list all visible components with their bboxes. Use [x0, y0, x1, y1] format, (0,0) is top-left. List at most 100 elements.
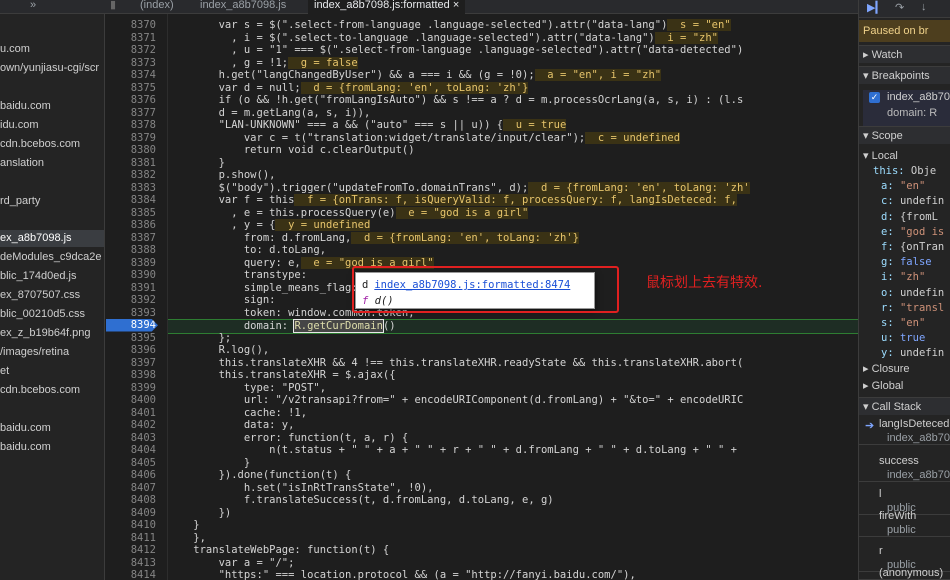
line-number[interactable]: 8391	[106, 282, 156, 295]
scope-global[interactable]: ▸ Global	[863, 379, 903, 392]
scope-variable[interactable]: s: "en"	[881, 317, 925, 329]
line-number[interactable]: 8372	[106, 44, 156, 57]
line-number[interactable]: 8386	[106, 219, 156, 232]
step-into-icon[interactable]: ↓	[921, 1, 927, 13]
line-number[interactable]: 8402	[106, 419, 156, 432]
scope-variable[interactable]: e: "god is	[881, 226, 944, 238]
breakpoint-entry[interactable]: ✓ index_a8b70 domain: R	[863, 90, 950, 126]
nav-item[interactable]: own/yunjiasu-cgi/scr	[0, 60, 104, 77]
scope-variable[interactable]: d: {fromL	[881, 211, 938, 223]
line-number[interactable]: 8374	[106, 69, 156, 82]
scope-variable[interactable]: f: {onTran	[881, 241, 944, 253]
nav-item[interactable]: ex_z_b19b64f.png	[0, 325, 104, 342]
resume-icon[interactable]: ▶▎	[867, 1, 884, 14]
section-call-stack[interactable]: ▾ Call Stack	[859, 397, 950, 415]
line-number[interactable]: 8392	[106, 294, 156, 307]
nav-item[interactable]: et	[0, 363, 104, 380]
scope-variable[interactable]: u: true	[881, 332, 925, 344]
nav-item[interactable]: deModules_c9dca2e	[0, 249, 104, 266]
line-number[interactable]: 8401	[106, 407, 156, 420]
line-number[interactable]: 8412	[106, 544, 156, 557]
scope-variable[interactable]: this: Obje	[873, 165, 936, 177]
line-number[interactable]: 8376	[106, 94, 156, 107]
line-number[interactable]: 8385	[106, 207, 156, 220]
line-number[interactable]: 8387	[106, 232, 156, 245]
line-number[interactable]: 8390	[106, 269, 156, 282]
line-number[interactable]: 8408	[106, 494, 156, 507]
line-number[interactable]: 8405	[106, 457, 156, 470]
hovered-expression[interactable]: R.getCurDomain	[293, 319, 384, 333]
line-number[interactable]: 8407	[106, 482, 156, 495]
line-number[interactable]: 8400	[106, 394, 156, 407]
scope-variable[interactable]: y: undefin	[881, 347, 944, 359]
line-number[interactable]: 8413	[106, 557, 156, 570]
chevron-right-icon[interactable]: »	[30, 0, 36, 14]
line-number[interactable]: 8399	[106, 382, 156, 395]
line-number[interactable]: 8393	[106, 307, 156, 320]
scope-variable[interactable]: o: undefin	[881, 287, 944, 299]
section-scope[interactable]: ▾ Scope	[859, 126, 950, 144]
line-number[interactable]: 8382	[106, 169, 156, 182]
nav-item[interactable]: idu.com	[0, 117, 104, 134]
line-number[interactable]: 8389	[106, 257, 156, 270]
call-stack-frame[interactable]: success index_a8b70	[859, 455, 950, 482]
scope-local[interactable]: ▾ Local	[863, 149, 898, 162]
line-number[interactable]: 8406	[106, 469, 156, 482]
nav-item[interactable]: u.com	[0, 41, 104, 58]
line-number[interactable]: 8375	[106, 82, 156, 95]
section-watch[interactable]: ▸ Watch	[859, 45, 950, 63]
line-number[interactable]: 8414	[106, 569, 156, 580]
line-number[interactable]: 8404	[106, 444, 156, 457]
scope-variable[interactable]: c: undefin	[881, 195, 944, 207]
line-number[interactable]: 8371	[106, 32, 156, 45]
scope-variable[interactable]: a: "en"	[881, 180, 925, 192]
section-breakpoints[interactable]: ▾ Breakpoints	[859, 66, 950, 84]
nav-item[interactable]: baidu.com	[0, 420, 104, 437]
line-number[interactable]: 8377	[106, 107, 156, 120]
nav-item-selected[interactable]: ex_a8b7098.js	[0, 230, 104, 247]
line-number[interactable]: 8410	[106, 519, 156, 532]
breakpoint-line-number[interactable]: 8394	[106, 319, 158, 332]
call-stack-frame[interactable]: fireWith public	[859, 510, 950, 537]
sidebar-toggle-icon[interactable]: ▮	[110, 0, 116, 14]
call-stack-frame[interactable]: ➔ langIsDeteced index_a8b70	[859, 418, 950, 445]
scope-variable[interactable]: g: false	[881, 256, 932, 268]
line-number[interactable]: 8409	[106, 507, 156, 520]
nav-item[interactable]: rd_party	[0, 193, 104, 210]
scope-variable[interactable]: i: "zh"	[881, 271, 925, 283]
tab-index[interactable]: (index)	[140, 0, 174, 14]
call-stack-frame[interactable]: (anonymous)	[859, 567, 950, 580]
line-number[interactable]: 8381	[106, 157, 156, 170]
line-number[interactable]: 8396	[106, 344, 156, 357]
line-number[interactable]: 8403	[106, 432, 156, 445]
nav-item[interactable]: baidu.com	[0, 98, 104, 115]
line-number[interactable]: 8373	[106, 57, 156, 70]
line-number[interactable]: 8378	[106, 119, 156, 132]
nav-item[interactable]: blic_174d0ed.js	[0, 268, 104, 285]
nav-item[interactable]: ex_8707507.css	[0, 287, 104, 304]
nav-item[interactable]: cdn.bcebos.com	[0, 136, 104, 153]
line-number[interactable]: 8398	[106, 369, 156, 382]
checkbox-icon[interactable]: ✓	[869, 92, 880, 103]
line-number[interactable]: 8397	[106, 357, 156, 370]
line-number[interactable]: 8411	[106, 532, 156, 545]
nav-item[interactable]: baidu.com	[0, 439, 104, 456]
tab-index-js-formatted[interactable]: index_a8b7098.js:formatted ×	[308, 0, 466, 14]
scope-variable[interactable]: r: "transl	[881, 302, 944, 314]
nav-item[interactable]: cdn.bcebos.com	[0, 382, 104, 399]
line-number[interactable]: 8379	[106, 132, 156, 145]
line-number-gutter[interactable]: 8370 8371 8372 8373 8374 8375 8376 8377 8378 8379…	[106, 14, 168, 580]
nav-item[interactable]: anslation	[0, 155, 104, 172]
line-number[interactable]: 8380	[106, 144, 156, 157]
step-over-icon[interactable]: ↷	[895, 1, 904, 14]
close-icon[interactable]: ×	[453, 0, 459, 11]
line-number[interactable]: 8383	[106, 182, 156, 195]
nav-item[interactable]: /images/retina	[0, 344, 104, 361]
line-number[interactable]: 8370	[106, 19, 156, 32]
tab-index-js[interactable]: index_a8b7098.js	[200, 0, 286, 14]
line-number[interactable]: 8388	[106, 244, 156, 257]
nav-item[interactable]: blic_00210d5.css	[0, 306, 104, 323]
line-number[interactable]: 8384	[106, 194, 156, 207]
scope-closure[interactable]: ▸ Closure	[863, 362, 909, 375]
line-number[interactable]: 8395	[106, 332, 156, 345]
